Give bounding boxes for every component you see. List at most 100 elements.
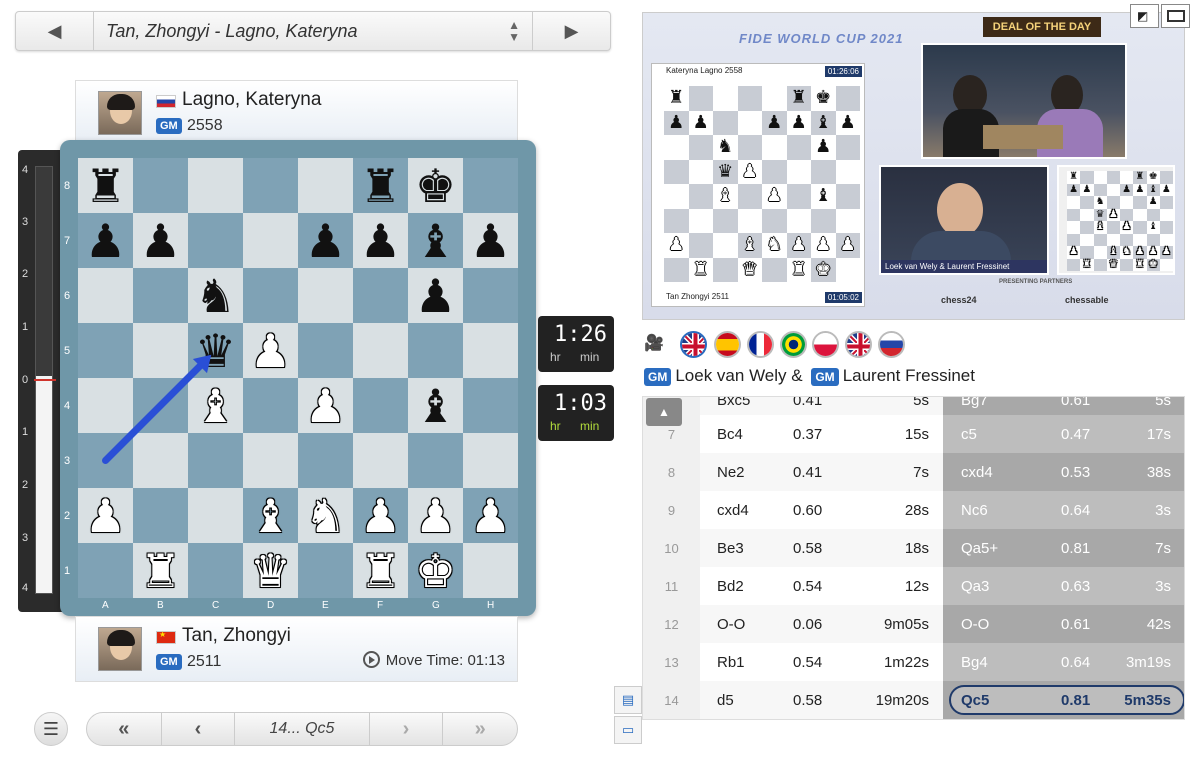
language-uk-2-button[interactable] (845, 331, 872, 358)
square-a6[interactable] (78, 268, 133, 323)
square-a4[interactable] (78, 378, 133, 433)
white-king-icon[interactable]: ♚ (415, 548, 456, 594)
white-bishop-icon[interactable]: ♝ (195, 383, 236, 429)
square-c2[interactable] (188, 488, 243, 543)
language-uk-button[interactable] (680, 331, 707, 358)
square-d1[interactable]: ♛ (243, 543, 298, 598)
move-list-table[interactable]: Bxc5 0.41 5s Bg7 0.61 5s 7 Bc4 0.37 15s c5 0.47 17s 8… (642, 396, 1185, 720)
black-move[interactable]: Qc5 (961, 692, 989, 709)
square-g3[interactable] (408, 433, 463, 488)
black-bishop-icon[interactable]: ♝ (415, 383, 456, 429)
square-e3[interactable] (298, 433, 353, 488)
square-h8[interactable] (463, 158, 518, 213)
square-e5[interactable] (298, 323, 353, 378)
white-move[interactable]: Bc4 (717, 426, 743, 443)
white-move[interactable]: O-O (717, 616, 745, 633)
square-g5[interactable] (408, 323, 463, 378)
next-move-button[interactable]: › (370, 713, 444, 745)
square-h6[interactable] (463, 268, 518, 323)
video-broadcast[interactable]: FIDE WORLD CUP 2021 DEAL OF THE DAY Kate… (642, 12, 1185, 320)
scroll-up-button[interactable]: ▲ (646, 398, 682, 426)
up-down-arrows-icon[interactable]: ▲ ▼ (508, 19, 520, 43)
square-b8[interactable] (133, 158, 188, 213)
white-queen-icon[interactable]: ♛ (250, 548, 291, 594)
square-e4[interactable]: ♟ (298, 378, 353, 433)
square-h4[interactable] (463, 378, 518, 433)
square-d8[interactable] (243, 158, 298, 213)
white-pawn-icon[interactable]: ♟ (85, 493, 126, 539)
resize-video-button[interactable]: ◩ (1130, 4, 1159, 28)
black-pawn-icon[interactable]: ♟ (360, 218, 401, 264)
square-c3[interactable] (188, 433, 243, 488)
last-move-button[interactable]: » (443, 713, 517, 745)
square-h7[interactable]: ♟ (463, 213, 518, 268)
white-knight-icon[interactable]: ♞ (305, 493, 346, 539)
square-f3[interactable] (353, 433, 408, 488)
square-d3[interactable] (243, 433, 298, 488)
language-russia-button[interactable] (878, 331, 905, 358)
black-pawn-icon[interactable]: ♟ (470, 218, 511, 264)
square-g2[interactable]: ♟ (408, 488, 463, 543)
black-queen-icon[interactable]: ♛ (195, 328, 236, 374)
fullscreen-video-button[interactable] (1161, 4, 1190, 28)
square-f5[interactable] (353, 323, 408, 378)
square-f1[interactable]: ♜ (353, 543, 408, 598)
square-f6[interactable] (353, 268, 408, 323)
square-d5[interactable]: ♟ (243, 323, 298, 378)
square-a7[interactable]: ♟ (78, 213, 133, 268)
black-pawn-icon[interactable]: ♟ (85, 218, 126, 264)
square-b2[interactable] (133, 488, 188, 543)
white-move[interactable]: Bd2 (717, 578, 744, 595)
white-bishop-icon[interactable]: ♝ (250, 493, 291, 539)
square-f8[interactable]: ♜ (353, 158, 408, 213)
black-move[interactable]: Bg4 (961, 654, 988, 671)
square-f7[interactable]: ♟ (353, 213, 408, 268)
black-pawn-icon[interactable]: ♟ (415, 273, 456, 319)
white-rook-icon[interactable]: ♜ (360, 548, 401, 594)
white-pawn-icon[interactable]: ♟ (305, 383, 346, 429)
black-move[interactable]: Bg7 (961, 397, 988, 409)
square-e2[interactable]: ♞ (298, 488, 353, 543)
square-c4[interactable]: ♝ (188, 378, 243, 433)
black-move[interactable]: Qa3 (961, 578, 989, 595)
square-b6[interactable] (133, 268, 188, 323)
move-row[interactable]: 14 d5 0.58 19m20s Qc5 0.81 5m35s (643, 681, 1184, 719)
square-d7[interactable] (243, 213, 298, 268)
first-move-button[interactable]: « (87, 713, 161, 745)
black-bishop-icon[interactable]: ♝ (415, 218, 456, 264)
white-rook-icon[interactable]: ♜ (140, 548, 181, 594)
chat-view-tab[interactable]: ▭ (614, 716, 642, 744)
square-h1[interactable] (463, 543, 518, 598)
move-row[interactable]: 13 Rb1 0.54 1m22s Bg4 0.64 3m19s (643, 643, 1184, 681)
square-g1[interactable]: ♚ (408, 543, 463, 598)
square-a8[interactable]: ♜ (78, 158, 133, 213)
square-b4[interactable] (133, 378, 188, 433)
square-c7[interactable] (188, 213, 243, 268)
move-row[interactable]: 10 Be3 0.58 18s Qa5+ 0.81 7s (643, 529, 1184, 567)
white-pawn-icon[interactable]: ♟ (415, 493, 456, 539)
square-d6[interactable] (243, 268, 298, 323)
black-move[interactable]: c5 (961, 426, 977, 443)
square-h2[interactable]: ♟ (463, 488, 518, 543)
move-row[interactable]: 9 cxd4 0.60 28s Nc6 0.64 3s (643, 491, 1184, 529)
square-g4[interactable]: ♝ (408, 378, 463, 433)
square-e6[interactable] (298, 268, 353, 323)
square-b5[interactable] (133, 323, 188, 378)
white-move[interactable]: cxd4 (717, 502, 749, 519)
white-move[interactable]: Bxc5 (717, 397, 750, 409)
square-e7[interactable]: ♟ (298, 213, 353, 268)
game-selector[interactable]: ◀ Tan, Zhongyi - Lagno, Kateryna ▲ ▼ ▶ (15, 11, 611, 51)
black-pawn-icon[interactable]: ♟ (140, 218, 181, 264)
move-row[interactable]: 8 Ne2 0.41 7s cxd4 0.53 38s (643, 453, 1184, 491)
menu-button[interactable]: ☰ (34, 712, 68, 746)
square-a5[interactable] (78, 323, 133, 378)
camera-icon[interactable]: 🎥 (644, 333, 670, 355)
square-e8[interactable] (298, 158, 353, 213)
notation-view-tab[interactable]: ▤ (614, 686, 642, 714)
square-c1[interactable] (188, 543, 243, 598)
square-a2[interactable]: ♟ (78, 488, 133, 543)
white-move[interactable]: Be3 (717, 540, 744, 557)
black-move[interactable]: Nc6 (961, 502, 988, 519)
black-pawn-icon[interactable]: ♟ (305, 218, 346, 264)
move-row[interactable]: 11 Bd2 0.54 12s Qa3 0.63 3s (643, 567, 1184, 605)
